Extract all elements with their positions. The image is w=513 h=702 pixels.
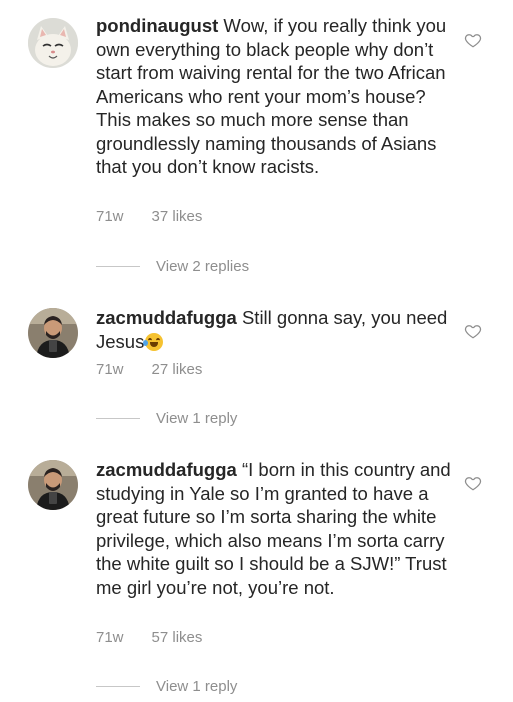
heart-outline-icon[interactable] <box>464 31 482 49</box>
comment-text: zacmuddafugga Still gonna say, you need … <box>96 306 456 353</box>
avatar[interactable] <box>28 18 78 68</box>
comment-time[interactable]: 71w <box>96 361 124 378</box>
person-avatar-icon <box>28 460 78 510</box>
comment-time[interactable]: 71w <box>96 208 124 225</box>
comment-username[interactable]: zacmuddafugga <box>96 459 237 480</box>
heart-outline-icon[interactable] <box>464 474 482 492</box>
comment-text: pondinaugust Wow, if you really think yo… <box>96 14 456 179</box>
avatar[interactable] <box>28 308 78 358</box>
comment-meta: 71w 37 likes <box>96 208 202 225</box>
person-avatar-icon <box>28 308 78 358</box>
comment-likes[interactable]: 57 likes <box>152 629 203 646</box>
rolling-on-floor-laughing-icon <box>143 332 164 351</box>
view-replies[interactable]: View 2 replies <box>96 258 249 275</box>
view-replies-button[interactable]: View 1 reply <box>156 410 237 427</box>
view-replies[interactable]: View 1 reply <box>96 678 237 695</box>
comment-username[interactable]: zacmuddafugga <box>96 307 237 328</box>
view-replies-button[interactable]: View 1 reply <box>156 678 237 695</box>
view-replies-button[interactable]: View 2 replies <box>156 258 249 275</box>
comment-likes[interactable]: 27 likes <box>152 361 203 378</box>
cat-avatar-icon <box>28 18 78 68</box>
comment-body: Wow, if you really think you own everyth… <box>96 15 447 177</box>
comment-likes[interactable]: 37 likes <box>152 208 203 225</box>
comment-meta: 71w 27 likes <box>96 361 202 378</box>
divider <box>96 686 140 687</box>
heart-outline-icon[interactable] <box>464 322 482 340</box>
comment-text: zacmuddafugga “I born in this country an… <box>96 458 456 599</box>
divider <box>96 418 140 419</box>
comment-username[interactable]: pondinaugust <box>96 15 218 36</box>
comment-meta: 71w 57 likes <box>96 629 202 646</box>
divider <box>96 266 140 267</box>
comment-time[interactable]: 71w <box>96 629 124 646</box>
view-replies[interactable]: View 1 reply <box>96 410 237 427</box>
avatar[interactable] <box>28 460 78 510</box>
